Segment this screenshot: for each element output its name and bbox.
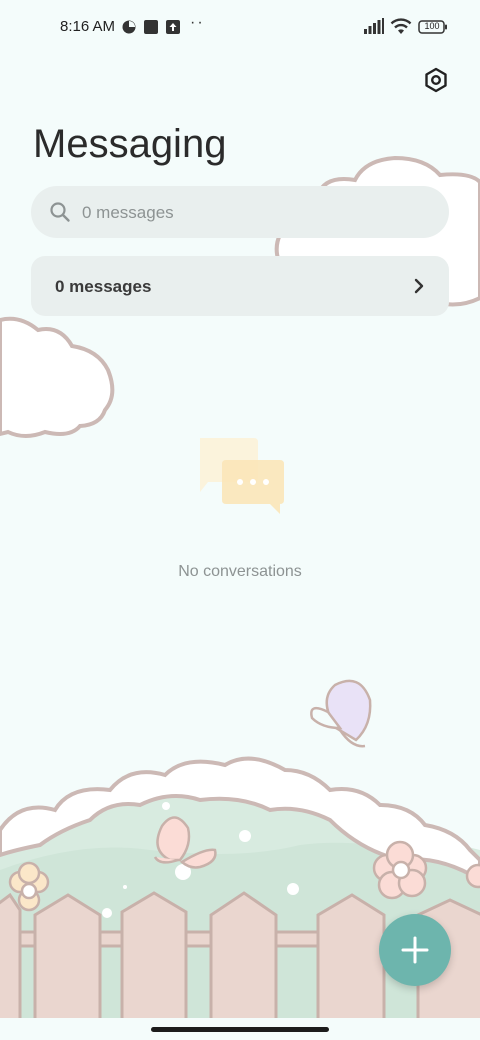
wifi-icon <box>390 18 412 34</box>
status-bar: 8:16 AM ·· 100 <box>0 0 480 56</box>
new-conversation-button[interactable] <box>379 914 451 986</box>
data-saver-icon <box>122 20 136 34</box>
more-notifications-indicator: ·· <box>190 14 205 31</box>
chevron-right-icon <box>414 278 424 294</box>
page-title: Messaging <box>33 122 227 166</box>
messages-summary-label: 0 messages <box>55 277 152 296</box>
app-notification-icon <box>144 20 158 34</box>
battery-level: 100 <box>424 21 440 31</box>
settings-button[interactable] <box>420 64 452 96</box>
gear-icon <box>425 67 447 93</box>
search-input[interactable]: 0 messages <box>31 186 449 238</box>
home-indicator[interactable] <box>151 1027 329 1032</box>
chat-bubbles-icon <box>200 438 284 514</box>
status-time: 8:16 AM <box>60 18 116 35</box>
empty-state-text: No conversations <box>178 563 302 580</box>
search-icon <box>50 202 70 222</box>
upload-icon <box>166 20 180 34</box>
messages-summary-card[interactable]: 0 messages <box>31 256 449 316</box>
signal-icon <box>364 18 384 34</box>
plus-icon <box>401 936 429 964</box>
search-placeholder: 0 messages <box>82 203 174 222</box>
